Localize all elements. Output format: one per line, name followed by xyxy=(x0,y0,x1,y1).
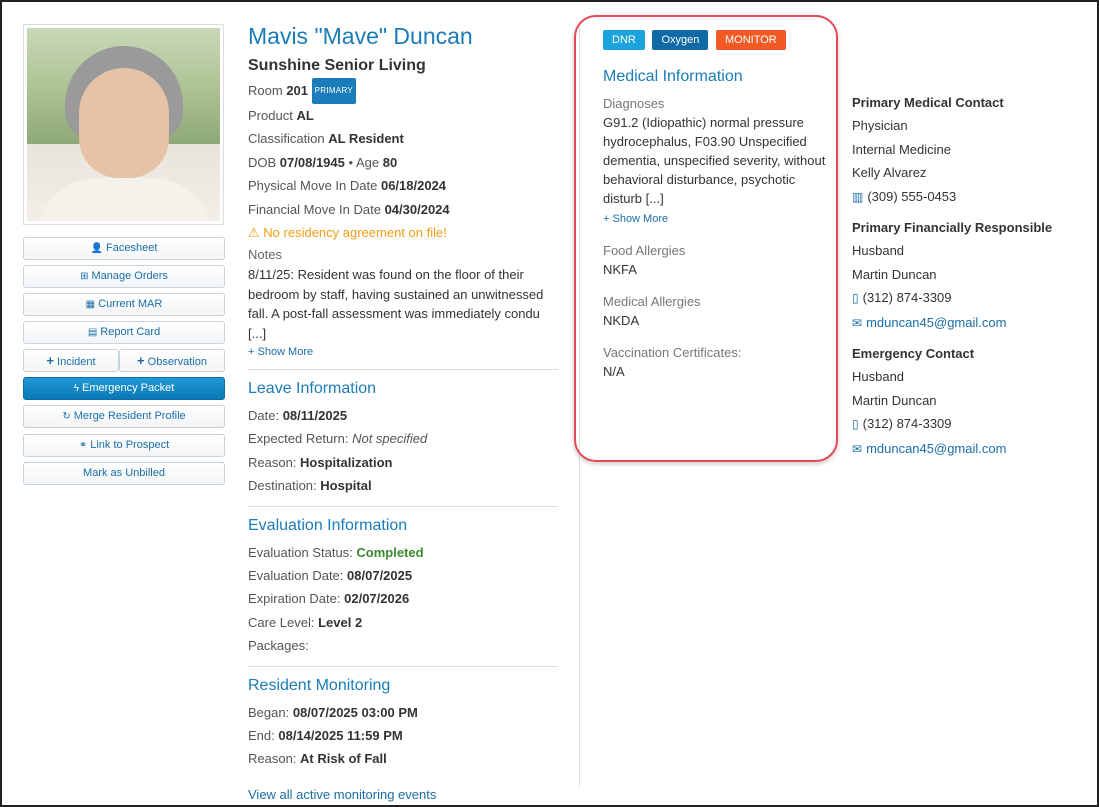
resident-name: Mavis "Mave" Duncan xyxy=(248,23,473,49)
divider xyxy=(248,505,558,507)
mark-as-unbilled-button[interactable]: Mark as Unbilled xyxy=(23,462,225,485)
dnr-tag: DNR xyxy=(603,30,645,50)
medkit-icon: ⊞ xyxy=(80,271,89,282)
medical-information: Medical Information Diagnoses G91.2 (Idi… xyxy=(603,66,828,381)
medical-allergies-label: Medical Allergies xyxy=(603,294,701,309)
leave-section-title: Leave Information xyxy=(248,380,377,397)
calendar-icon: ▦ xyxy=(85,299,96,310)
notes-text: 8/11/25: Resident was found on the floor… xyxy=(248,267,544,341)
mobile-phone-icon: ▯ xyxy=(852,291,859,305)
resident-photo xyxy=(23,24,224,225)
diagnoses-show-more-link[interactable]: + Show More xyxy=(603,210,828,228)
building-icon: ▥ xyxy=(852,189,864,204)
expiration-date: Expiration Date: 02/07/2026 xyxy=(248,591,410,607)
physical-move-line: Physical Move In Date 06/18/2024 xyxy=(248,178,447,193)
photo-face xyxy=(79,68,169,178)
medical-contact-role: Physician xyxy=(852,118,908,133)
evaluation-date: Evaluation Date: 08/07/2025 xyxy=(248,568,413,584)
emergency-packet-button[interactable]: ϟ Emergency Packet xyxy=(23,377,225,400)
document-icon: ▤ xyxy=(87,327,98,338)
evaluation-status: Evaluation Status: Completed xyxy=(248,544,424,560)
financial-contact-phone: ▯ (312) 874-3309 xyxy=(852,290,952,305)
leave-expected-return: Expected Return: Not specified xyxy=(248,431,428,447)
diagnoses-label: Diagnoses xyxy=(603,96,665,111)
report-card-button[interactable]: ▤ Report Card xyxy=(23,321,225,344)
refresh-icon: ↻ xyxy=(62,411,71,422)
plus-icon: + xyxy=(46,353,55,368)
observation-button[interactable]: + Observation xyxy=(119,349,225,372)
product-line: Product AL xyxy=(248,107,314,123)
financial-contact-title: Primary Financially Responsible xyxy=(852,220,1053,235)
oxygen-tag: Oxygen xyxy=(652,30,709,50)
financial-contact-name: Martin Duncan xyxy=(852,266,937,282)
current-mar-button[interactable]: ▦ Current MAR xyxy=(23,293,225,316)
emergency-contact-title: Emergency Contact xyxy=(852,346,975,361)
leave-date: Date: 08/11/2025 xyxy=(248,408,348,423)
emergency-contact-name: Martin Duncan xyxy=(852,392,937,408)
resident-details: Mavis "Mave" Duncan Sunshine Senior Livi… xyxy=(248,22,558,802)
evaluation-section-title: Evaluation Information xyxy=(248,516,408,534)
monitoring-began: Began: 08/07/2025 03:00 PM xyxy=(248,704,418,720)
mobile-phone-icon: ▯ xyxy=(852,417,859,431)
medical-contact-specialty: Internal Medicine xyxy=(852,141,951,157)
medical-section-title: Medical Information xyxy=(603,68,743,85)
leave-destination: Destination: Hospital xyxy=(248,478,372,494)
financial-contact-email[interactable]: ✉ mduncan45@gmail.com xyxy=(852,311,1082,336)
food-allergies-label: Food Allergies xyxy=(603,243,686,258)
view-all-monitoring-link[interactable]: View all active monitoring events xyxy=(248,787,558,802)
primary-medical-contact-title: Primary Medical Contact xyxy=(852,95,1004,110)
envelope-icon: ✉ xyxy=(852,441,863,456)
residency-warning: ⚠ No residency agreement on file! xyxy=(248,225,447,240)
monitoring-end: End: 08/14/2025 11:59 PM xyxy=(248,728,403,744)
notes-show-more-link[interactable]: + Show More xyxy=(248,343,558,361)
user-icon: 👤 xyxy=(90,243,104,254)
diagnoses-text: G91.2 (Idiopathic) normal pressure hydro… xyxy=(603,115,826,206)
bolt-icon: ϟ xyxy=(73,383,79,394)
emergency-contact-phone: ▯ (312) 874-3309 xyxy=(852,416,952,431)
monitor-tag: MONITOR xyxy=(716,30,786,50)
merge-resident-profile-button[interactable]: ↻ Merge Resident Profile xyxy=(23,405,225,428)
resident-photo-image xyxy=(27,28,220,221)
emergency-contact-email[interactable]: ✉ mduncan45@gmail.com xyxy=(852,437,1082,462)
food-allergies-value: NKFA xyxy=(603,262,637,277)
vaccination-value: N/A xyxy=(603,364,625,379)
incident-button[interactable]: + Incident xyxy=(23,349,119,372)
emergency-contact-relation: Husband xyxy=(852,369,905,384)
photo-shoulders xyxy=(37,178,212,221)
divider xyxy=(248,369,558,370)
financial-contact-relation: Husband xyxy=(852,243,905,258)
medical-allergies-value: NKDA xyxy=(603,313,640,328)
status-tags: DNR Oxygen MONITOR xyxy=(603,30,790,50)
notes-label: Notes xyxy=(248,247,282,262)
vaccination-label: Vaccination Certificates: xyxy=(603,345,742,360)
link-to-prospect-button[interactable]: ⚭ Link to Prospect xyxy=(23,434,225,457)
facesheet-button[interactable]: 👤 Facesheet xyxy=(23,237,225,260)
manage-orders-button[interactable]: ⊞ Manage Orders xyxy=(23,265,225,288)
facility-name: Sunshine Senior Living xyxy=(248,57,426,74)
care-level: Care Level: Level 2 xyxy=(248,614,363,630)
monitoring-reason: Reason: At Risk of Fall xyxy=(248,751,387,767)
envelope-icon: ✉ xyxy=(852,315,863,330)
divider xyxy=(248,665,558,667)
packages: Packages: xyxy=(248,638,309,654)
link-icon: ⚭ xyxy=(78,440,88,451)
contacts-panel: Primary Medical Contact Physician Intern… xyxy=(852,92,1082,461)
dob-line: DOB 07/08/1945 • Age 80 xyxy=(248,154,398,170)
classification-line: Classification AL Resident xyxy=(248,131,404,146)
warning-icon: ⚠ xyxy=(248,225,260,240)
medical-contact-name: Kelly Alvarez xyxy=(852,165,927,180)
plus-icon: + xyxy=(137,353,145,368)
room-line: Room 201 PRIMARY xyxy=(248,78,558,104)
monitoring-section-title: Resident Monitoring xyxy=(248,676,391,694)
financial-move-line: Financial Move In Date 04/30/2024 xyxy=(248,201,450,217)
primary-badge: PRIMARY xyxy=(311,78,357,104)
leave-reason: Reason: Hospitalization xyxy=(248,454,393,470)
medical-contact-phone: ▥ (309) 555-0453 xyxy=(852,188,957,204)
